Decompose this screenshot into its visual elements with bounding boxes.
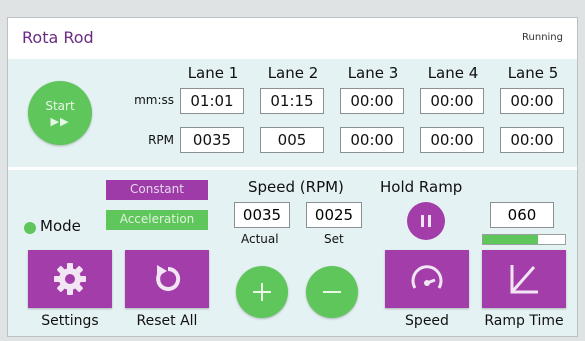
lane-4-header: Lane 4 bbox=[427, 64, 479, 82]
ramp-time-button[interactable] bbox=[482, 250, 566, 308]
minus-icon bbox=[323, 291, 341, 293]
header: Rota Rod Running bbox=[8, 18, 577, 58]
play-arrows-icon: ▶▶ bbox=[50, 115, 70, 128]
speed-label: Speed bbox=[405, 313, 449, 329]
speed-heading: Speed (RPM) bbox=[248, 178, 344, 196]
ramp-progress-fill bbox=[483, 235, 538, 244]
lane-1-time: 01:01 bbox=[180, 88, 244, 114]
status-text: Running bbox=[522, 32, 563, 43]
rota-rod-screen: Rota Rod Running Start ▶▶ Lane 1 Lane 2 … bbox=[7, 17, 578, 337]
lane-3-time: 00:00 bbox=[340, 88, 404, 114]
mode-indicator-dot bbox=[24, 222, 36, 234]
lane-5-time: 00:00 bbox=[500, 88, 564, 114]
speed-button[interactable] bbox=[385, 250, 469, 308]
settings-label: Settings bbox=[41, 313, 99, 329]
reset-all-button[interactable] bbox=[125, 250, 209, 308]
reset-all-label: Reset All bbox=[136, 313, 198, 329]
speed-set-field[interactable]: 0025 bbox=[306, 202, 362, 228]
speedometer-icon bbox=[411, 265, 443, 289]
reset-icon bbox=[156, 265, 181, 291]
gear-icon bbox=[54, 263, 86, 295]
lane-1-header: Lane 1 bbox=[187, 64, 239, 82]
pause-icon bbox=[421, 215, 431, 227]
increase-speed-button[interactable] bbox=[236, 266, 288, 318]
time-row-label: mm:ss bbox=[134, 93, 174, 107]
start-label: Start bbox=[45, 99, 75, 113]
mode-constant-button[interactable]: Constant bbox=[106, 180, 208, 200]
ramp-progress-bar bbox=[482, 234, 566, 245]
rpm-row-label: RPM bbox=[148, 133, 174, 147]
lanes-panel: Start ▶▶ Lane 1 Lane 2 Lane 3 Lane 4 Lan… bbox=[8, 59, 577, 167]
speed-set-label: Set bbox=[324, 232, 344, 246]
lane-5-rpm: 00:00 bbox=[500, 127, 564, 153]
app-title: Rota Rod bbox=[22, 28, 94, 47]
lane-5-header: Lane 5 bbox=[507, 64, 559, 82]
plus-icon bbox=[253, 283, 271, 301]
decrease-speed-button[interactable] bbox=[306, 266, 358, 318]
ramp-time-value[interactable]: 060 bbox=[490, 202, 554, 228]
speed-actual-label: Actual bbox=[241, 232, 279, 246]
controls-panel: Constant Acceleration Mode Speed (RPM) 0… bbox=[8, 170, 577, 336]
mode-label: Mode bbox=[40, 217, 81, 235]
ramp-icon bbox=[510, 265, 538, 294]
ramp-time-label: Ramp Time bbox=[484, 313, 564, 329]
start-button[interactable]: Start ▶▶ bbox=[28, 81, 92, 145]
settings-button[interactable] bbox=[28, 250, 112, 308]
mode-acceleration-button[interactable]: Acceleration bbox=[106, 210, 208, 230]
hold-ramp-heading: Hold Ramp bbox=[380, 178, 463, 196]
lane-3-rpm: 00:00 bbox=[340, 127, 404, 153]
lane-3-header: Lane 3 bbox=[347, 64, 399, 82]
lane-1-rpm: 0035 bbox=[180, 127, 244, 153]
lane-2-time: 01:15 bbox=[260, 88, 324, 114]
lane-2-header: Lane 2 bbox=[267, 64, 319, 82]
speed-actual-value: 0035 bbox=[234, 202, 290, 228]
lane-2-rpm: 005 bbox=[260, 127, 324, 153]
hold-ramp-button[interactable] bbox=[407, 202, 445, 240]
lane-4-rpm: 00:00 bbox=[420, 127, 484, 153]
lane-4-time: 00:00 bbox=[420, 88, 484, 114]
